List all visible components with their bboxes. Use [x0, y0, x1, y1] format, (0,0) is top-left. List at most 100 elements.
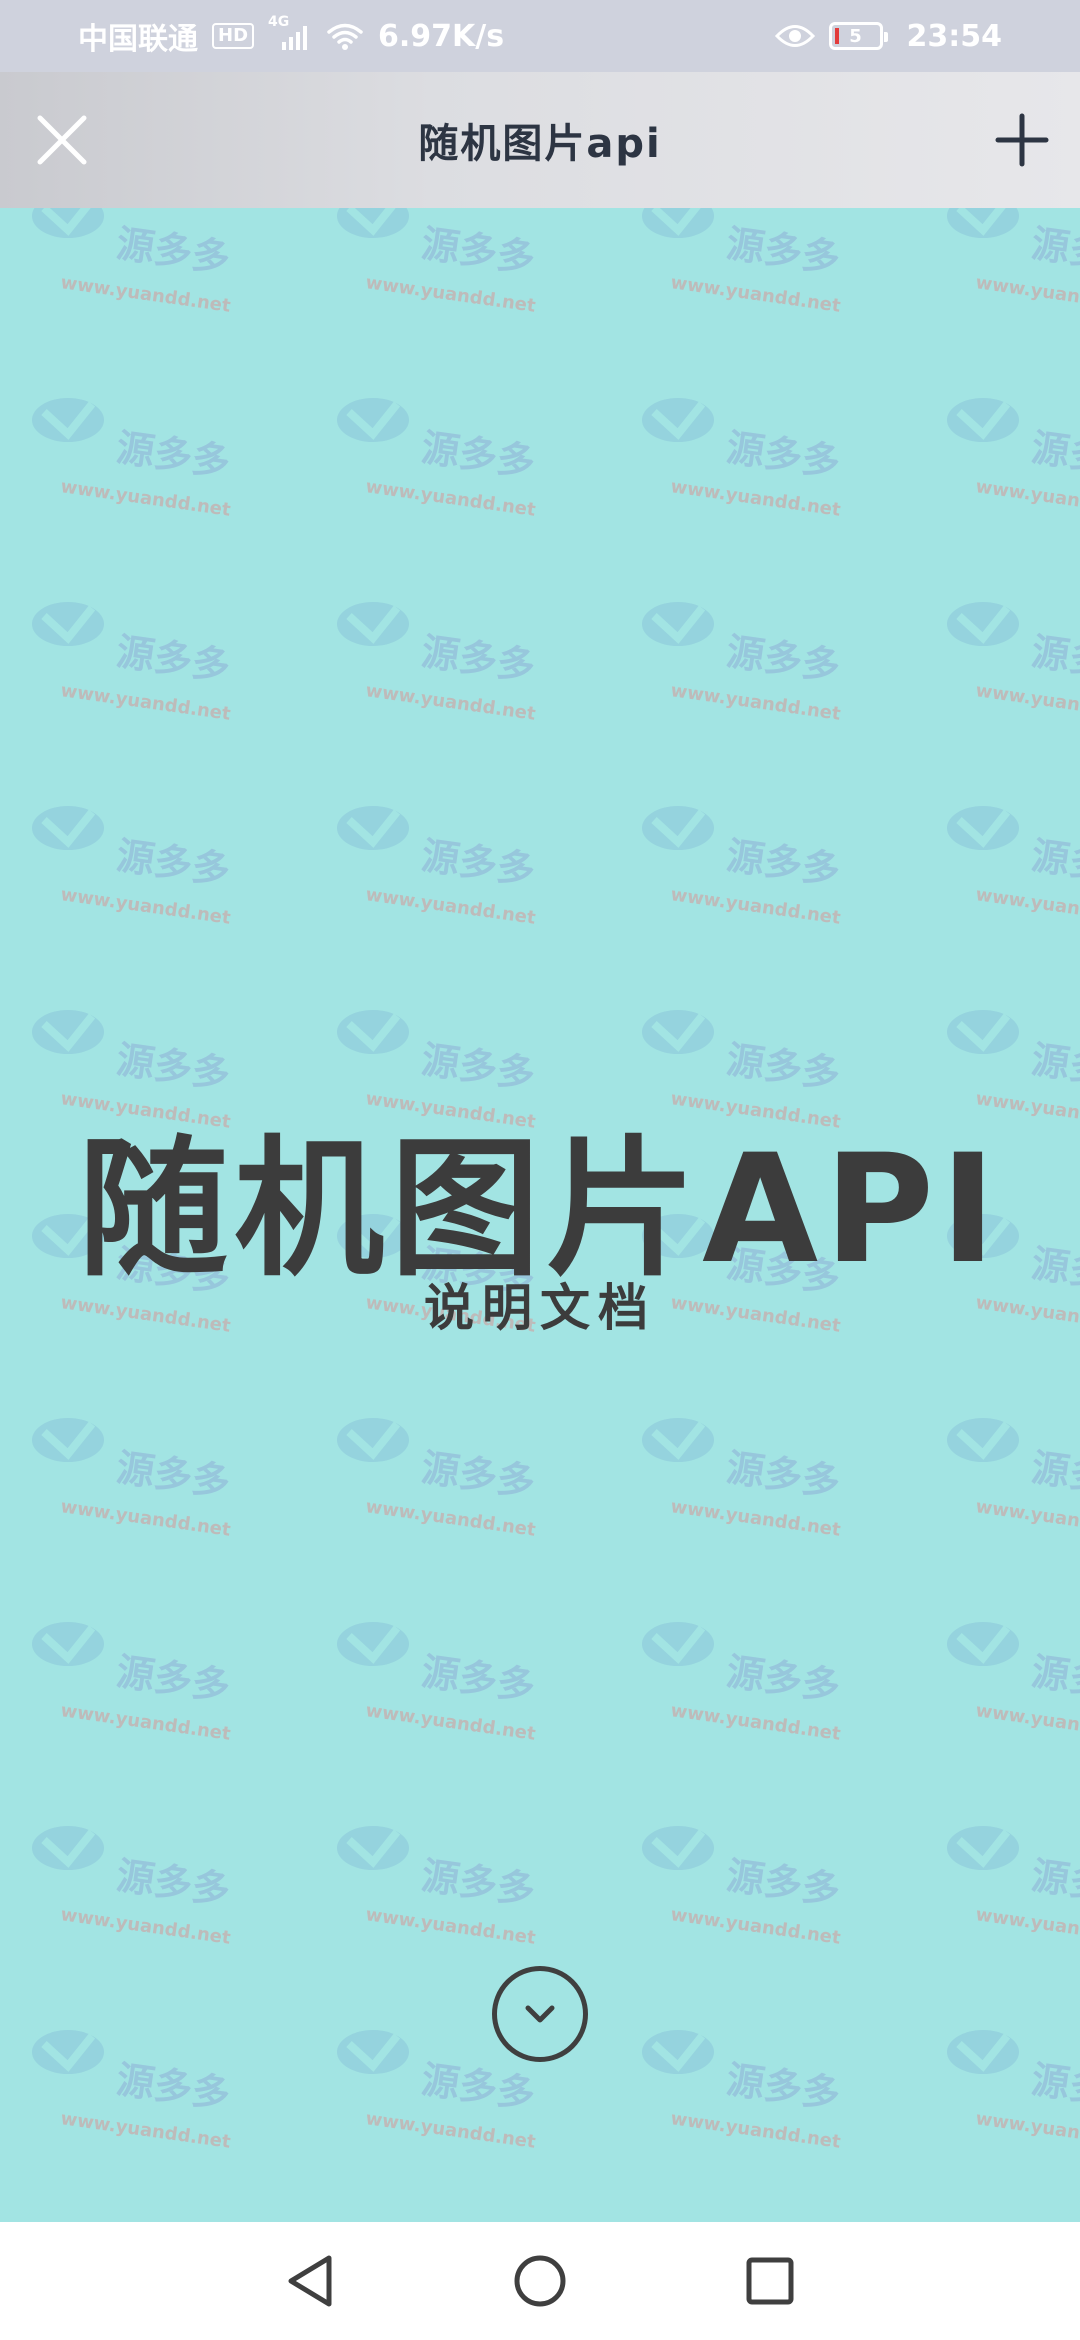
svg-text:源多多: 源多多 [1029, 2057, 1080, 2116]
watermark-logo: 源多多www.yuandd.net [642, 2030, 843, 2153]
svg-text:源多多: 源多多 [724, 833, 843, 892]
svg-text:www.yuandd.net: www.yuandd.net [364, 680, 537, 725]
watermark-logo: 源多多www.yuandd.net [642, 208, 843, 317]
svg-text:www.yuandd.net: www.yuandd.net [59, 476, 232, 521]
svg-text:源多多: 源多多 [419, 425, 538, 484]
svg-text:源多多: 源多多 [114, 1445, 233, 1504]
watermark-logo: 源多多www.yuandd.net [947, 1826, 1080, 1949]
scroll-down-button[interactable] [492, 1966, 588, 2062]
svg-text:源多多: 源多多 [1029, 833, 1080, 892]
watermark-logo: 源多多www.yuandd.net [947, 398, 1080, 521]
watermark-logo: 源多多www.yuandd.net [32, 208, 233, 317]
watermark-logo: 源多多www.yuandd.net [337, 398, 538, 521]
svg-text:源多多: 源多多 [419, 629, 538, 688]
watermark-logo: 源多多www.yuandd.net [947, 208, 1080, 317]
signal-icon: 4G [268, 14, 312, 52]
svg-text:www.yuandd.net: www.yuandd.net [974, 1904, 1080, 1949]
svg-text:www.yuandd.net: www.yuandd.net [364, 1904, 537, 1949]
watermark-logo: 源多多www.yuandd.net [32, 1622, 233, 1745]
recents-button[interactable] [740, 2251, 800, 2311]
svg-text:源多多: 源多多 [419, 1445, 538, 1504]
svg-text:www.yuandd.net: www.yuandd.net [59, 1904, 232, 1949]
network-speed: 6.97K/s [378, 18, 505, 54]
watermark-logo: 源多多www.yuandd.net [337, 1826, 538, 1949]
svg-text:源多多: 源多多 [114, 629, 233, 688]
hero-subtitle: 说明文档 [424, 1279, 656, 1337]
watermark-logo: 源多多www.yuandd.net [337, 806, 538, 929]
svg-text:源多多: 源多多 [1029, 425, 1080, 484]
carrier-name: 中国联通 [78, 22, 198, 57]
svg-text:源多多: 源多多 [1029, 1445, 1080, 1504]
close-button[interactable] [32, 110, 92, 170]
svg-text:www.yuandd.net: www.yuandd.net [974, 884, 1080, 929]
svg-text:源多多: 源多多 [114, 833, 233, 892]
svg-text:源多多: 源多多 [419, 221, 538, 280]
svg-text:www.yuandd.net: www.yuandd.net [974, 476, 1080, 521]
battery-level: 5 [849, 25, 862, 47]
svg-text:源多多: 源多多 [1029, 1853, 1080, 1912]
watermark-logo: 源多多www.yuandd.net [642, 602, 843, 725]
navigation-bar [0, 2222, 1080, 2340]
svg-text:源多多: 源多多 [724, 1649, 843, 1708]
watermark-logo: 源多多www.yuandd.net [642, 398, 843, 521]
svg-text:www.yuandd.net: www.yuandd.net [669, 680, 842, 725]
clock: 23:54 [906, 18, 1003, 54]
svg-text:www.yuandd.net: www.yuandd.net [669, 1904, 842, 1949]
watermark-logo: 源多多www.yuandd.net [642, 806, 843, 929]
svg-text:www.yuandd.net: www.yuandd.net [669, 2108, 842, 2153]
watermark-logo: 源多多www.yuandd.net [32, 806, 233, 929]
screen: 中国联通 HD 4G 6.97K/s 5 23:54 随机图片api 源多多 w… [0, 0, 1080, 2340]
watermark-logo: 源多多www.yuandd.net [642, 1622, 843, 1745]
svg-text:www.yuandd.net: www.yuandd.net [364, 1700, 537, 1745]
svg-text:www.yuandd.net: www.yuandd.net [669, 476, 842, 521]
title-bar: 随机图片api [0, 72, 1080, 208]
svg-text:www.yuandd.net: www.yuandd.net [974, 680, 1080, 725]
eye-icon [774, 23, 815, 49]
page-title: 随机图片api [418, 121, 662, 167]
plus-icon [995, 113, 1049, 167]
svg-text:源多多: 源多多 [724, 425, 843, 484]
watermark-logo: 源多多www.yuandd.net [642, 1418, 843, 1541]
home-icon [514, 2255, 566, 2307]
watermark-logo: 源多多www.yuandd.net [337, 1418, 538, 1541]
svg-text:www.yuandd.net: www.yuandd.net [974, 1496, 1080, 1541]
svg-text:www.yuandd.net: www.yuandd.net [974, 2108, 1080, 2153]
watermark-logo: 源多多www.yuandd.net [32, 2030, 233, 2153]
svg-text:源多多: 源多多 [419, 1649, 538, 1708]
chevron-down-icon [525, 2005, 555, 2023]
back-button[interactable] [280, 2251, 340, 2311]
watermark-logo: 源多多www.yuandd.net [642, 1826, 843, 1949]
svg-text:源多多: 源多多 [1029, 629, 1080, 688]
status-bar: 中国联通 HD 4G 6.97K/s 5 23:54 [0, 0, 1080, 72]
svg-text:www.yuandd.net: www.yuandd.net [59, 884, 232, 929]
svg-text:www.yuandd.net: www.yuandd.net [59, 2108, 232, 2153]
svg-text:源多多: 源多多 [724, 1853, 843, 1912]
svg-text:源多多: 源多多 [114, 2057, 233, 2116]
svg-text:www.yuandd.net: www.yuandd.net [974, 1700, 1080, 1745]
svg-text:www.yuandd.net: www.yuandd.net [364, 476, 537, 521]
svg-text:www.yuandd.net: www.yuandd.net [59, 1496, 232, 1541]
watermark-logo: 源多多www.yuandd.net [947, 1622, 1080, 1745]
svg-text:源多多: 源多多 [114, 221, 233, 280]
status-right: 5 23:54 [774, 18, 1003, 54]
wifi-icon [326, 21, 364, 51]
svg-text:源多多: 源多多 [114, 425, 233, 484]
svg-text:www.yuandd.net: www.yuandd.net [59, 1700, 232, 1745]
svg-text:源多多: 源多多 [114, 1649, 233, 1708]
svg-text:www.yuandd.net: www.yuandd.net [59, 272, 232, 317]
home-button[interactable] [510, 2251, 570, 2311]
svg-text:www.yuandd.net: www.yuandd.net [59, 680, 232, 725]
status-left: 中国联通 HD 4G 6.97K/s [78, 14, 504, 58]
svg-text:www.yuandd.net: www.yuandd.net [364, 1496, 537, 1541]
svg-text:www.yuandd.net: www.yuandd.net [669, 1700, 842, 1745]
hero-section: 源多多 www.yuandd.net 源多多 www.yuandd.net 源多多 www… [0, 208, 1080, 2222]
svg-text:www.yuandd.net: www.yuandd.net [669, 1496, 842, 1541]
add-button[interactable] [992, 110, 1052, 170]
svg-text:www.yuandd.net: www.yuandd.net [364, 2108, 537, 2153]
svg-text:源多多: 源多多 [1029, 221, 1080, 280]
watermark-logo: 源多多www.yuandd.net [32, 398, 233, 521]
svg-text:源多多: 源多多 [1029, 1649, 1080, 1708]
close-icon [37, 115, 87, 165]
watermark-logo: 源多多www.yuandd.net [32, 602, 233, 725]
watermark-logo: 源多多www.yuandd.net [947, 1418, 1080, 1541]
